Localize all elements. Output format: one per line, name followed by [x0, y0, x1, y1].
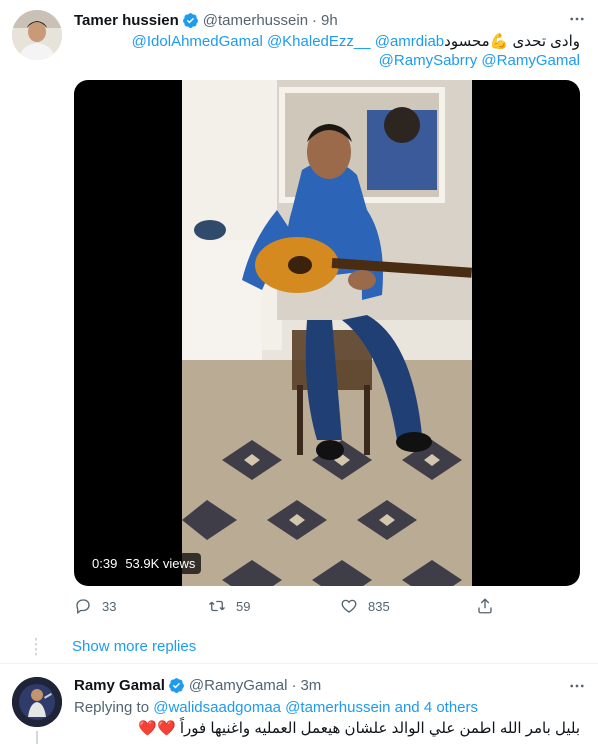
- tweet[interactable]: Tamer hussien @tamerhussein · 9h وادى تح…: [0, 0, 598, 634]
- thread-dots: [35, 638, 37, 658]
- tweet-text-line-2: @RamySabrry @RamyGamal: [379, 52, 580, 69]
- tweet-mentions-1[interactable]: @IdolAhmedGamal @KhaledEzz__ @amrdiab: [132, 33, 445, 50]
- more-icon[interactable]: [568, 10, 586, 33]
- author-avatar[interactable]: [12, 10, 62, 60]
- video-frame: [182, 80, 472, 586]
- retweet-button[interactable]: 59: [208, 597, 250, 615]
- heart-icon: [341, 599, 357, 613]
- reply-more-icon[interactable]: [568, 677, 586, 700]
- tweet-actions: 33 59 835: [74, 596, 514, 616]
- verified-badge-icon: [182, 12, 199, 29]
- reply-verified-badge-icon: [168, 677, 185, 694]
- video-duration: 0:39: [92, 556, 118, 571]
- tweet-time[interactable]: 9h: [321, 12, 338, 29]
- reply-count: 33: [102, 598, 117, 614]
- show-more-replies[interactable]: Show more replies: [0, 630, 598, 664]
- like-button[interactable]: 835: [340, 597, 390, 615]
- show-more-replies-label[interactable]: Show more replies: [72, 638, 196, 655]
- reply-button[interactable]: 33: [74, 597, 116, 615]
- tweet-mentions-2[interactable]: @RamySabrry @RamyGamal: [379, 52, 580, 69]
- share-icon: [478, 598, 492, 614]
- replying-to-targets[interactable]: @walidsaadgomaa @tamerhussein and 4 othe…: [153, 699, 478, 716]
- thread-line: [36, 731, 38, 744]
- retweet-icon: [209, 600, 225, 612]
- video-badge: 0:39 53.9K views: [86, 553, 202, 574]
- reply-tweet[interactable]: Ramy Gamal @RamyGamal · 3m Replying to @…: [0, 665, 598, 744]
- tweet-text-line-1: وادى تحدى 💪محسود@IdolAhmedGamal @KhaledE…: [132, 32, 580, 50]
- share-button[interactable]: [476, 597, 494, 615]
- like-count: 835: [368, 598, 390, 614]
- separator-dot: ·: [312, 11, 318, 29]
- tweet-video[interactable]: 0:39 53.9K views: [74, 80, 580, 586]
- replying-to: Replying to @walidsaadgomaa @tamerhussei…: [74, 699, 478, 716]
- retweet-count: 59: [236, 598, 251, 614]
- reply-header: Ramy Gamal @RamyGamal · 3m: [74, 677, 321, 694]
- video-views: 53.9K views: [125, 556, 196, 571]
- replying-to-prefix: Replying to: [74, 699, 150, 716]
- reply-icon: [76, 599, 90, 615]
- reply-author-avatar[interactable]: [12, 677, 62, 727]
- tweet-text-arabic: وادى تحدى 💪محسود: [444, 33, 580, 50]
- reply-time[interactable]: 3m: [300, 677, 321, 694]
- author-name[interactable]: Tamer hussien: [74, 12, 179, 29]
- reply-author-handle[interactable]: @RamyGamal: [189, 677, 288, 694]
- reply-separator-dot: ·: [291, 677, 297, 694]
- reply-text: بليل بامر الله اطمن علي الوالد علشان هيع…: [138, 720, 580, 737]
- reply-author-name[interactable]: Ramy Gamal: [74, 677, 165, 694]
- tweet-header: Tamer hussien @tamerhussein · 9h: [74, 10, 338, 30]
- author-handle[interactable]: @tamerhussein: [203, 12, 308, 29]
